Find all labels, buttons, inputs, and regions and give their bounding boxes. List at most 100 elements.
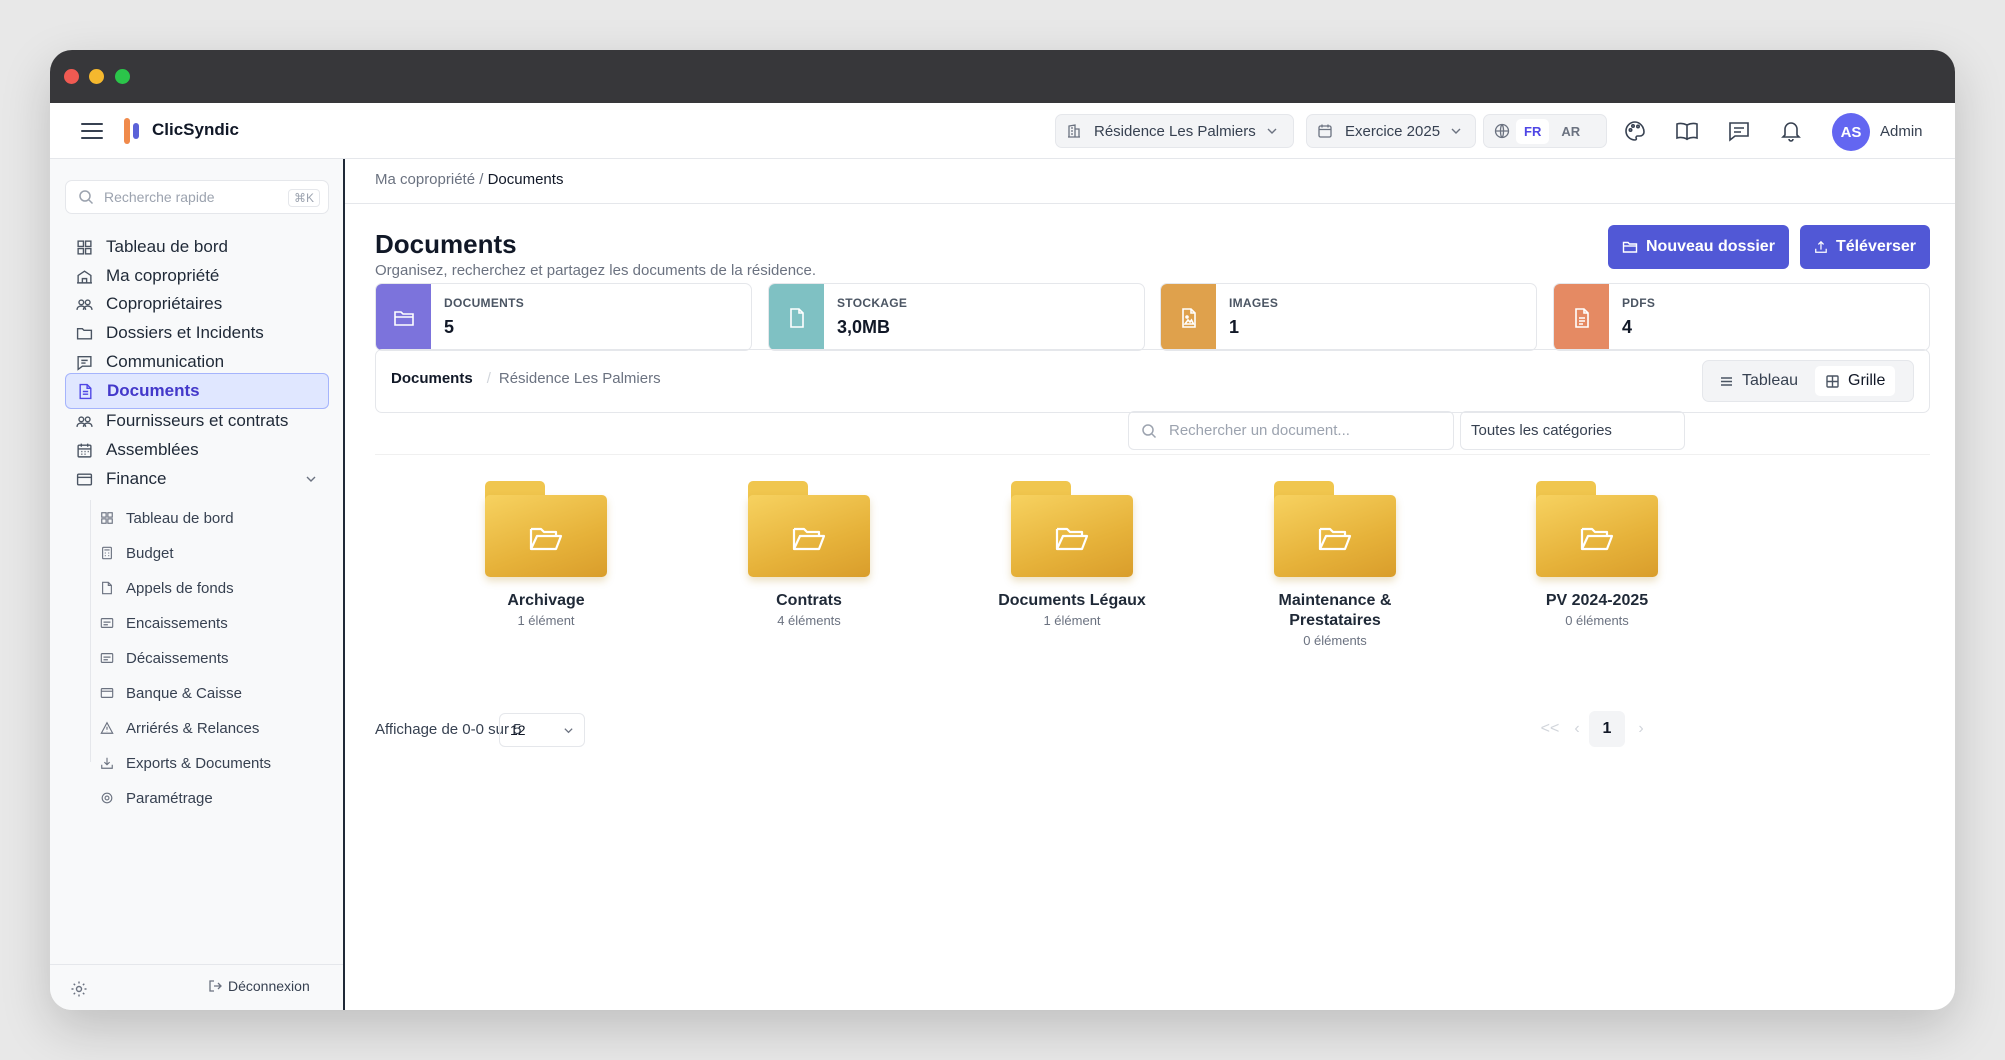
folder-icon xyxy=(1274,481,1396,577)
residence-selector[interactable]: Résidence Les Palmiers xyxy=(1055,114,1294,148)
folder-icon xyxy=(393,307,415,329)
folder-name: Maintenance & Prestataires xyxy=(1278,592,1392,629)
language-switcher: FR AR xyxy=(1483,114,1607,148)
finance-item-decaissements[interactable]: Décaissements xyxy=(100,643,229,673)
view-grid-label: Grille xyxy=(1848,372,1886,389)
view-table-label: Tableau xyxy=(1742,372,1799,389)
avatar[interactable]: AS xyxy=(1832,113,1870,151)
folder-icon xyxy=(1011,481,1133,577)
sidebar-item-label: Assemblées xyxy=(106,440,199,459)
sidebar-item-label: Fournisseurs et contrats xyxy=(106,411,289,430)
open-folder-icon xyxy=(1054,523,1090,555)
folder-icon xyxy=(1536,481,1658,577)
folder-path-bar: Documents / Résidence Les Palmiers Tableau… xyxy=(375,349,1930,413)
search-icon xyxy=(78,189,94,205)
users-icon xyxy=(76,296,93,313)
view-table-button[interactable]: Tableau xyxy=(1709,366,1808,396)
lang-ar-button[interactable]: AR xyxy=(1561,124,1580,139)
sidebar-item-label: Finance xyxy=(106,469,167,488)
sidebar: Recherche rapide ⌘K Tableau de bord Ma c… xyxy=(50,159,345,1010)
open-folder-icon xyxy=(1317,523,1353,555)
new-folder-button[interactable]: Nouveau dossier xyxy=(1608,225,1789,269)
upload-icon xyxy=(1814,239,1828,255)
lang-fr-button[interactable]: FR xyxy=(1516,118,1550,144)
next-page-button[interactable]: › xyxy=(1631,711,1651,747)
stat-icon-band xyxy=(376,284,431,350)
finance-item-label: Tableau de bord xyxy=(126,509,234,527)
sidebar-item-finance[interactable]: Finance xyxy=(65,461,329,497)
quick-search-input[interactable]: Recherche rapide ⌘K xyxy=(65,180,329,214)
sidebar-item-label: Tableau de bord xyxy=(106,237,228,256)
finance-item-appels[interactable]: Appels de fonds xyxy=(100,573,234,603)
previous-page-button[interactable]: ‹ xyxy=(1567,711,1587,747)
divider xyxy=(345,203,1955,204)
exercise-selector[interactable]: Exercice 2025 xyxy=(1306,114,1476,148)
finance-item-dashboard[interactable]: Tableau de bord xyxy=(100,503,234,533)
folder-card[interactable]: Archivage 1 élément xyxy=(446,481,646,628)
finance-item-label: Banque & Caisse xyxy=(126,684,242,702)
logout-button[interactable]: Déconnexion xyxy=(208,978,310,994)
logo-icon xyxy=(122,116,146,146)
category-select[interactable]: Toutes les catégories xyxy=(1460,411,1685,450)
breadcrumb-parent[interactable]: Ma copropriété xyxy=(375,171,475,188)
export-icon xyxy=(100,756,114,770)
stat-value: 5 xyxy=(444,317,455,337)
residence-label: Résidence Les Palmiers xyxy=(1094,122,1256,140)
grid-icon xyxy=(76,239,93,256)
current-page-button[interactable]: 1 xyxy=(1589,711,1625,747)
folder-path-child[interactable]: Résidence Les Palmiers xyxy=(499,370,661,387)
globe-icon xyxy=(1494,123,1510,139)
palette-icon[interactable] xyxy=(1623,119,1647,143)
folder-path-root[interactable]: Documents xyxy=(391,370,473,387)
menu-icon[interactable] xyxy=(80,120,104,142)
book-icon[interactable] xyxy=(1675,119,1699,143)
stat-value: 1 xyxy=(1229,317,1240,337)
finance-item-parametrage[interactable]: Paramétrage xyxy=(100,783,213,813)
chevron-down-icon xyxy=(1266,125,1278,137)
minimize-window-button[interactable] xyxy=(89,69,104,84)
calendar-icon xyxy=(76,442,93,459)
stat-value: 4 xyxy=(1622,317,1633,337)
finance-item-label: Décaissements xyxy=(126,649,229,667)
open-folder-icon xyxy=(528,523,564,555)
messages-icon[interactable] xyxy=(1727,119,1751,143)
calculator-icon xyxy=(100,546,114,560)
close-window-button[interactable] xyxy=(64,69,79,84)
breadcrumb-separator: / xyxy=(479,171,484,188)
chevron-down-icon xyxy=(305,473,317,485)
folder-icon xyxy=(1622,239,1638,255)
per-page-select[interactable]: 12 xyxy=(499,713,585,747)
finance-item-budget[interactable]: Budget xyxy=(100,538,174,568)
document-search-input[interactable]: Rechercher un document... xyxy=(1128,411,1454,450)
view-grid-button[interactable]: Grille xyxy=(1815,366,1896,396)
divider xyxy=(375,454,1930,455)
upload-button[interactable]: Téléverser xyxy=(1800,225,1930,269)
finance-item-encaissements[interactable]: Encaissements xyxy=(100,608,228,638)
gear-icon xyxy=(100,791,114,805)
wallet-icon xyxy=(76,471,93,488)
stat-card-pdfs: PDFS 4 xyxy=(1553,283,1930,351)
folder-count: 4 éléments xyxy=(777,613,841,628)
user-name[interactable]: Admin xyxy=(1880,123,1923,140)
finance-item-arrieres[interactable]: Arriérés & Relances xyxy=(100,713,259,743)
stat-card-storage: STOCKAGE 3,0MB xyxy=(768,283,1145,351)
file-icon xyxy=(100,581,114,595)
folder-card[interactable]: PV 2024-2025 0 éléments xyxy=(1497,481,1697,628)
maximize-window-button[interactable] xyxy=(115,69,130,84)
folder-count: 0 éléments xyxy=(1565,613,1629,628)
folder-card[interactable]: Documents Légaux 1 élément xyxy=(972,481,1172,628)
folder-card[interactable]: Contrats 4 éléments xyxy=(709,481,909,628)
folder-count: 1 élément xyxy=(517,613,575,628)
stat-value: 3,0MB xyxy=(837,317,891,337)
folder-card[interactable]: Maintenance & Prestataires 0 éléments xyxy=(1235,481,1435,648)
search-icon xyxy=(1141,423,1157,439)
finance-item-label: Appels de fonds xyxy=(126,579,234,597)
settings-icon[interactable] xyxy=(70,980,88,998)
building-icon xyxy=(76,268,93,285)
first-page-button[interactable]: << xyxy=(1535,711,1565,747)
finance-item-banque[interactable]: Banque & Caisse xyxy=(100,678,242,708)
per-page-value: 12 xyxy=(510,722,526,738)
stat-label: STOCKAGE xyxy=(837,296,908,310)
finance-item-exports[interactable]: Exports & Documents xyxy=(100,748,271,778)
bell-icon[interactable] xyxy=(1779,119,1803,143)
